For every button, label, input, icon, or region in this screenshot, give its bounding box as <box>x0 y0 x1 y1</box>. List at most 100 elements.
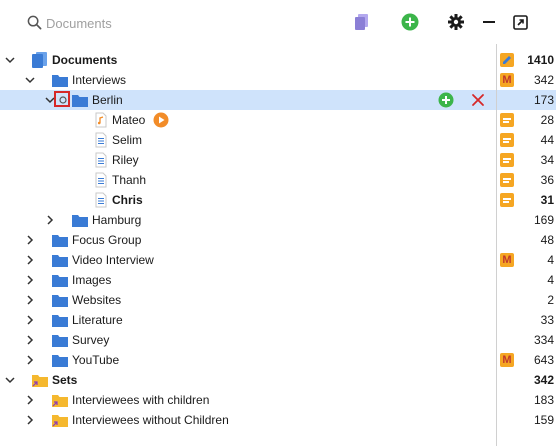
minus-icon <box>483 21 495 23</box>
count-value: 342 <box>533 73 554 87</box>
chevron-down-icon[interactable] <box>24 74 36 86</box>
tree-row-chris[interactable]: Chris <box>0 190 496 210</box>
memo-m-icon[interactable]: M <box>500 353 514 367</box>
folder-icon <box>52 355 68 367</box>
tree-label-selim: Selim <box>112 133 143 147</box>
count-value: 159 <box>533 413 554 427</box>
chevron-right-icon[interactable] <box>24 414 36 426</box>
count-value: 342 <box>533 373 554 387</box>
tree-row-thanh[interactable]: Thanh <box>0 170 496 190</box>
chevron-down-icon[interactable] <box>4 374 16 386</box>
audio-document-icon <box>95 112 107 128</box>
delete-icon[interactable] <box>470 92 486 108</box>
tree-row-sets[interactable]: Sets <box>0 370 496 390</box>
count-value: 28 <box>540 113 554 127</box>
memo-icon[interactable] <box>500 193 514 207</box>
tree-row-selim[interactable]: Selim <box>0 130 496 150</box>
tree-row-riley[interactable]: Riley <box>0 150 496 170</box>
chevron-right-icon[interactable] <box>24 294 36 306</box>
tree-row-images[interactable]: Images <box>0 270 496 290</box>
tree-row-interviews[interactable]: Interviews <box>0 70 496 90</box>
text-document-icon <box>95 152 107 168</box>
documents-filter-icon <box>355 14 368 30</box>
count-value: 4 <box>547 253 554 267</box>
chevron-right-icon[interactable] <box>24 274 36 286</box>
memo-m-icon[interactable]: M <box>500 73 514 87</box>
tree-label-with-children: Interviewees with children <box>72 393 210 407</box>
popout-icon <box>512 14 528 30</box>
count-value: 4 <box>547 273 554 287</box>
tree-row-mateo[interactable]: Mateo <box>0 110 496 130</box>
tree-label-mateo: Mateo <box>112 113 146 127</box>
chevron-right-icon[interactable] <box>24 234 36 246</box>
count-row-survey: 334 <box>497 330 556 350</box>
count-value: 36 <box>540 173 554 187</box>
document-tree: Documents Interviews Berlin Mateo Selim … <box>0 50 496 446</box>
memo-icon[interactable] <box>500 153 514 167</box>
memo-icon[interactable] <box>500 113 514 127</box>
tree-row-survey[interactable]: Survey <box>0 330 496 350</box>
tree-row-video-interview[interactable]: Video Interview <box>0 250 496 270</box>
count-value: 1410 <box>527 53 554 67</box>
count-value: 183 <box>533 393 554 407</box>
edit-memo-icon[interactable] <box>500 53 514 67</box>
tree-row-documents[interactable]: Documents <box>0 50 496 70</box>
tree-row-websites[interactable]: Websites <box>0 290 496 310</box>
search-icon <box>27 15 42 30</box>
tree-label-chris: Chris <box>112 193 143 207</box>
count-row-berlin: 173 <box>497 90 556 110</box>
memo-icon[interactable] <box>500 173 514 187</box>
folder-icon <box>72 215 88 227</box>
chevron-right-icon[interactable] <box>24 394 36 406</box>
set-folder-icon <box>32 375 48 387</box>
tree-label-survey: Survey <box>72 333 110 347</box>
memo-m-icon[interactable]: M <box>500 253 514 267</box>
settings-button[interactable] <box>446 12 466 32</box>
count-row-thanh: 36 <box>497 170 556 190</box>
tree-label-riley: Riley <box>112 153 139 167</box>
count-value: 44 <box>540 133 554 147</box>
add-icon <box>401 13 419 31</box>
popout-button[interactable] <box>510 12 530 32</box>
count-row-selim: 44 <box>497 130 556 150</box>
folder-icon <box>52 295 68 307</box>
folder-icon <box>52 235 68 247</box>
folder-icon <box>52 275 68 287</box>
search-input[interactable] <box>46 13 326 33</box>
memo-icon[interactable] <box>500 133 514 147</box>
count-row-youtube: M 643 <box>497 350 556 370</box>
count-row-mateo: 28 <box>497 110 556 130</box>
tree-row-literature[interactable]: Literature <box>0 310 496 330</box>
chevron-right-icon[interactable] <box>24 354 36 366</box>
count-row-documents: 1410 <box>497 50 556 70</box>
count-row-focus-group: 48 <box>497 230 556 250</box>
highlight-box <box>54 91 70 107</box>
add-button[interactable] <box>400 12 420 32</box>
collapse-button[interactable] <box>479 12 499 32</box>
tree-row-focus-group[interactable]: Focus Group <box>0 230 496 250</box>
chevron-down-icon[interactable] <box>4 54 16 66</box>
chevron-right-icon[interactable] <box>44 214 56 226</box>
tree-row-with-children[interactable]: Interviewees with children <box>0 390 496 410</box>
count-row-hamburg: 169 <box>497 210 556 230</box>
text-document-icon <box>95 192 107 208</box>
set-folder-icon <box>52 395 68 407</box>
tree-row-youtube[interactable]: YouTube <box>0 350 496 370</box>
play-icon[interactable] <box>153 112 169 128</box>
tree-label-berlin: Berlin <box>92 93 123 107</box>
chevron-right-icon[interactable] <box>24 314 36 326</box>
toolbar <box>0 0 556 44</box>
tree-row-berlin[interactable]: Berlin <box>0 90 496 110</box>
count-row-video-interview: M 4 <box>497 250 556 270</box>
tree-row-without-children[interactable]: Interviewees without Children <box>0 410 496 430</box>
tree-row-hamburg[interactable]: Hamburg <box>0 210 496 230</box>
count-value: 643 <box>533 353 554 367</box>
tree-label-documents: Documents <box>52 53 118 67</box>
chevron-right-icon[interactable] <box>24 334 36 346</box>
add-icon[interactable] <box>438 92 454 108</box>
count-row-with-children: 183 <box>497 390 556 410</box>
count-value: 33 <box>540 313 554 327</box>
tree-label-sets: Sets <box>52 373 78 387</box>
chevron-right-icon[interactable] <box>24 254 36 266</box>
documents-filter-button[interactable] <box>352 12 372 32</box>
